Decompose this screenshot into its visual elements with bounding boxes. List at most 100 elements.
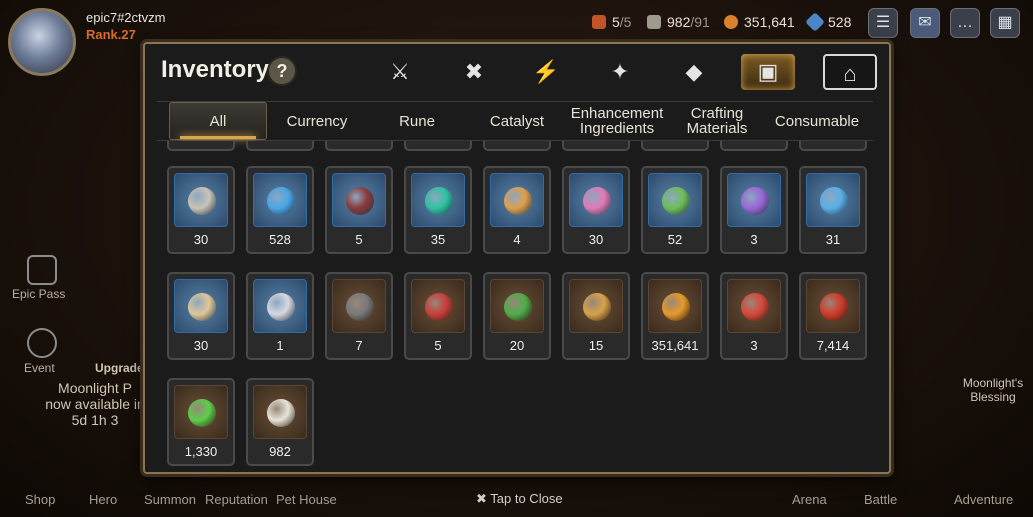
nav-arena[interactable]: Arena (792, 492, 827, 507)
nav-reputation[interactable]: Reputation (205, 492, 268, 507)
item-art (174, 173, 228, 227)
green-heart-icon (188, 399, 216, 427)
gold-crest-icon (583, 293, 611, 321)
item-count: 351,641 (651, 338, 699, 353)
tab-rune[interactable]: Rune (367, 102, 467, 140)
equipment-filter-icon[interactable]: ⚔ (373, 54, 427, 90)
item-slot-partial[interactable] (246, 141, 314, 151)
item-slot[interactable]: 31 (799, 166, 867, 254)
item-art (174, 385, 228, 439)
stamina-icon (647, 15, 661, 29)
item-count: 5 (355, 232, 363, 247)
lightning-filter-icon[interactable]: ⚡ (519, 54, 573, 90)
red-mask-icon (820, 293, 848, 321)
purple-rune-icon (741, 187, 769, 215)
close-button[interactable]: ✖ Tap to Close (476, 491, 563, 507)
item-slot[interactable]: 7 (325, 272, 393, 360)
item-slot[interactable]: 4 (483, 166, 551, 254)
nav-hero[interactable]: Hero (89, 492, 117, 507)
item-slot[interactable]: 5 (404, 272, 472, 360)
item-slot[interactable]: 3 (720, 272, 788, 360)
item-slot[interactable]: 15 (562, 272, 630, 360)
tab-consumable[interactable]: Consumable (767, 102, 867, 140)
item-count: 5 (434, 338, 442, 353)
tab-all[interactable]: All (169, 102, 267, 140)
upgrade-label[interactable]: Upgrade (95, 361, 144, 375)
item-slot[interactable]: 20 (483, 272, 551, 360)
nav-summon[interactable]: Summon (144, 492, 196, 507)
dice-filter-icon[interactable]: ◆ (667, 54, 721, 90)
item-count: 7,414 (816, 338, 850, 353)
menu-grid-icon[interactable]: ▦ (990, 8, 1020, 38)
item-slot[interactable]: 1,330 (167, 378, 235, 466)
inventory-panel: Inventory ? ⚔ ✖ ⚡ ✦ ◆ ▣ ⌂ All Currency Rune Ca… (143, 42, 891, 474)
item-slot[interactable]: 982 (246, 378, 314, 466)
item-slot[interactable]: 35 (404, 166, 472, 254)
tab-enhancement-ingredients[interactable]: Enhancement Ingredients (567, 102, 667, 140)
item-slot[interactable]: 528 (246, 166, 314, 254)
catalyst-filter-icon[interactable]: ✦ (593, 54, 647, 90)
tab-catalyst[interactable]: Catalyst (467, 102, 567, 140)
item-art (332, 279, 386, 333)
nav-adventure[interactable]: Adventure (954, 492, 1013, 507)
item-slot[interactable]: 351,641 (641, 272, 709, 360)
item-count: 30 (193, 232, 209, 247)
item-slot[interactable]: 3 (720, 166, 788, 254)
item-bag-filter-icon[interactable]: ▣ (741, 54, 795, 90)
item-art (569, 279, 623, 333)
item-slot[interactable]: 52 (641, 166, 709, 254)
item-count: 52 (667, 232, 683, 247)
item-art (806, 279, 860, 333)
nav-battle[interactable]: Battle (864, 492, 897, 507)
item-slot-partial[interactable] (167, 141, 235, 151)
artifact-filter-icon[interactable]: ✖ (447, 54, 501, 90)
green-leaf-icon (662, 187, 690, 215)
tab-crafting-materials[interactable]: Crafting Materials (667, 102, 767, 140)
item-slot[interactable]: 1 (246, 272, 314, 360)
treasure-map-icon (188, 293, 216, 321)
nav-shop[interactable]: Shop (25, 492, 55, 507)
item-slot-partial[interactable] (562, 141, 630, 151)
item-slot[interactable]: 7,414 (799, 272, 867, 360)
item-count: 1,330 (184, 444, 218, 459)
gold-icon (724, 15, 738, 29)
item-art (253, 279, 307, 333)
item-slot[interactable]: 30 (167, 272, 235, 360)
item-art (332, 173, 386, 227)
item-grid: 30 528 5 35 4 30 52 3 31 30 1 7 5 20 15 351,641 3 7,414 1,… (159, 141, 875, 469)
friends-icon[interactable]: ☰ (868, 8, 898, 38)
item-slot-partial[interactable] (483, 141, 551, 151)
item-slot[interactable]: 30 (562, 166, 630, 254)
skystone-resource: 528 (805, 12, 851, 32)
item-slot-partial[interactable] (799, 141, 867, 151)
item-slot-partial[interactable] (404, 141, 472, 151)
item-slot-partial[interactable] (325, 141, 393, 151)
item-count: 528 (269, 232, 291, 247)
mail-event-icon[interactable]: ✉ (910, 8, 940, 38)
epic-pass-label[interactable]: Epic Pass (12, 287, 65, 301)
item-count: 15 (588, 338, 604, 353)
event-label[interactable]: Event (24, 361, 55, 375)
item-art (490, 279, 544, 333)
four-leaf-clover-icon (504, 293, 532, 321)
help-icon[interactable]: ? (267, 56, 297, 86)
avatar[interactable] (8, 8, 76, 76)
item-slot[interactable]: 30 (167, 166, 235, 254)
item-slot-partial[interactable] (720, 141, 788, 151)
item-count: 3 (750, 232, 758, 247)
pink-crystal-cluster-icon (583, 187, 611, 215)
epic-pass-icon[interactable] (27, 255, 57, 285)
item-slot-partial[interactable] (641, 141, 709, 151)
event-bell-icon[interactable] (27, 328, 57, 358)
moonlight-blessing-label[interactable]: Moonlight's Blessing (956, 376, 1030, 404)
tab-currency[interactable]: Currency (267, 102, 367, 140)
inventory-title: Inventory (161, 56, 270, 83)
nav-pet-house[interactable]: Pet House (276, 492, 337, 507)
item-art (411, 173, 465, 227)
item-slot[interactable]: 5 (325, 166, 393, 254)
item-count: 35 (430, 232, 446, 247)
chat-icon[interactable]: … (950, 8, 980, 38)
item-count: 30 (588, 232, 604, 247)
silver-coin-icon (188, 187, 216, 215)
storage-filter-icon[interactable]: ⌂ (823, 54, 877, 90)
